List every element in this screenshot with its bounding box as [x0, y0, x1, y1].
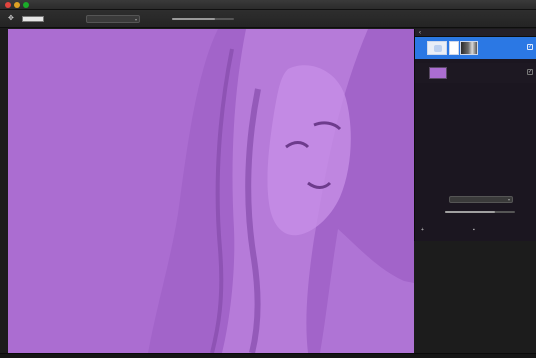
layer-row-selected[interactable]: ✓	[415, 37, 536, 59]
layer-photo-thumbnail	[460, 41, 478, 55]
layers-panel-header: ‹	[415, 29, 536, 37]
status-bar	[0, 353, 536, 358]
blend-mode-select[interactable]: ▾	[449, 196, 513, 203]
chevron-down-icon: ▾	[134, 17, 137, 22]
app-window: ✥ ▾ ‹ ✓ ✓ ▾ + ▪	[0, 0, 536, 358]
chevron-down-icon: ▾	[507, 197, 510, 202]
title-bar	[0, 0, 536, 10]
opacity-slider[interactable]	[445, 211, 515, 213]
layer-visibility-checkbox[interactable]: ✓	[527, 44, 533, 50]
color-fill-thumbnail	[429, 67, 447, 79]
toolbar: ✥ ▾	[0, 10, 536, 28]
layer-mask-thumbnail	[427, 41, 447, 55]
mask-shape	[434, 45, 442, 52]
toolbar-slider[interactable]	[172, 18, 234, 20]
layer-blank-thumbnail	[449, 41, 459, 55]
delete-layer-button[interactable]: ▪	[473, 227, 475, 233]
layer-row[interactable]: ✓	[415, 63, 536, 83]
trash-icon: ▪	[473, 227, 475, 233]
maximize-window-button[interactable]	[23, 2, 29, 8]
back-arrow-icon[interactable]: ‹	[419, 29, 421, 37]
toolbar-slider-fill	[172, 18, 216, 20]
layers-panel: ‹ ✓ ✓ ▾ + ▪	[414, 29, 536, 241]
layer-properties: ▾ + ▪	[415, 189, 536, 241]
color-swatch[interactable]	[22, 16, 44, 22]
photo-artwork	[8, 29, 414, 353]
layer-visibility-checkbox[interactable]: ✓	[527, 69, 533, 75]
plus-icon: +	[421, 227, 424, 233]
close-window-button[interactable]	[5, 2, 11, 8]
add-layer-button[interactable]: +	[421, 227, 424, 233]
move-tool-icon[interactable]: ✥	[8, 15, 16, 23]
image-canvas[interactable]	[8, 29, 414, 353]
mode-select[interactable]: ▾	[86, 15, 140, 23]
minimize-window-button[interactable]	[14, 2, 20, 8]
opacity-slider-fill	[445, 211, 496, 213]
